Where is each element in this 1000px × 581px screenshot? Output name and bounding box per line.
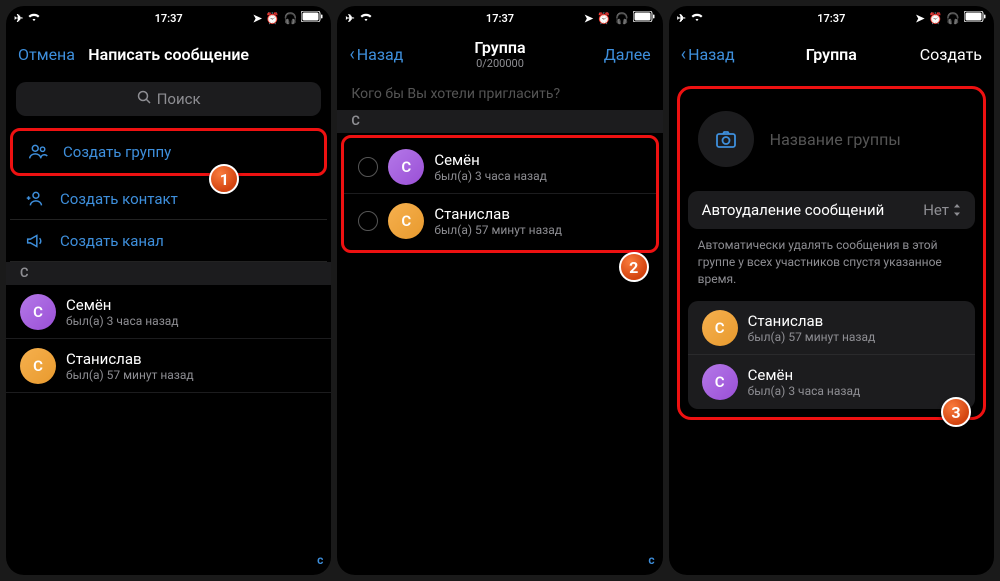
headphones-icon: 🎧 xyxy=(615,12,629,25)
index-letter[interactable]: с xyxy=(317,553,323,567)
nav-title: Группа 0/200000 xyxy=(474,38,525,70)
search-icon xyxy=(137,90,151,108)
contact-row[interactable]: С Станислав был(а) 57 минут назад xyxy=(6,339,331,393)
status-time: 17:37 xyxy=(155,12,183,25)
avatar: С xyxy=(388,149,424,185)
set-photo-button[interactable] xyxy=(698,111,754,167)
airplane-icon: ✈ xyxy=(677,12,686,25)
contact-name: Семён xyxy=(66,296,179,314)
nav-subtitle: 0/200000 xyxy=(474,57,525,70)
airplane-icon: ✈ xyxy=(345,12,354,25)
member-name: Семён xyxy=(748,366,861,384)
contact-status: был(а) 3 часа назад xyxy=(434,169,547,183)
status-time: 17:37 xyxy=(817,12,845,25)
channel-icon xyxy=(24,230,46,252)
create-group-label: Создать группу xyxy=(63,143,171,161)
autodelete-row[interactable]: Автоудаление сообщений Нет xyxy=(688,191,975,229)
headphones-icon: 🎧 xyxy=(284,12,298,25)
create-channel-label: Создать канал xyxy=(60,232,164,250)
chevron-left-icon: ‹ xyxy=(349,44,354,65)
contact-status: был(а) 3 часа назад xyxy=(66,314,179,328)
member-list: С Станислав был(а) 57 минут назад С Семё… xyxy=(688,301,975,409)
chevron-left-icon: ‹ xyxy=(681,44,686,65)
action-list: Создать группу Создать контакт Создать к… xyxy=(6,126,331,575)
step-badge: 2 xyxy=(619,252,649,282)
radio-unchecked[interactable] xyxy=(358,211,378,231)
battery-icon xyxy=(301,11,323,25)
next-button[interactable]: Далее xyxy=(604,45,651,64)
group-name-row: Название группы xyxy=(684,95,979,191)
status-bar: ✈ 17:37 ➤ ⏰ 🎧 xyxy=(669,6,994,30)
add-contact-icon xyxy=(24,188,46,210)
contact-status: был(а) 57 минут назад xyxy=(66,368,194,382)
create-group-button[interactable]: Создать группу xyxy=(13,131,324,173)
section-header: С xyxy=(6,262,331,285)
contact-name: Станислав xyxy=(66,350,194,368)
alarm-icon: ⏰ xyxy=(266,12,280,25)
create-button[interactable]: Создать xyxy=(920,45,982,64)
avatar: С xyxy=(388,203,424,239)
status-bar: ✈ 17:37 ➤ ⏰ 🎧 xyxy=(6,6,331,30)
create-contact-label: Создать контакт xyxy=(60,190,178,208)
status-bar: ✈ 17:37 ➤ ⏰ 🎧 xyxy=(337,6,662,30)
search-placeholder: Поиск xyxy=(157,90,201,108)
back-button[interactable]: ‹ Назад xyxy=(681,44,735,65)
contact-row-selectable[interactable]: С Станислав был(а) 57 минут назад xyxy=(344,194,655,248)
chevron-updown-icon xyxy=(953,203,961,217)
avatar: С xyxy=(702,310,738,346)
create-channel-button[interactable]: Создать канал xyxy=(10,220,327,262)
battery-icon xyxy=(633,11,655,25)
screen-compose: ✈ 17:37 ➤ ⏰ 🎧 Отмена Написать сообщение … xyxy=(6,6,331,575)
battery-icon xyxy=(964,11,986,25)
contact-name: Станислав xyxy=(434,205,562,223)
avatar: С xyxy=(20,348,56,384)
member-status: был(а) 57 минут назад xyxy=(748,330,876,344)
nav-title: Группа xyxy=(806,45,857,64)
group-name-input[interactable]: Название группы xyxy=(770,130,901,149)
group-icon xyxy=(27,141,49,163)
contact-status: был(а) 57 минут назад xyxy=(434,223,562,237)
contact-name: Семён xyxy=(434,151,547,169)
nav-title: Написать сообщение xyxy=(88,45,249,64)
member-row[interactable]: С Семён был(а) 3 часа назад xyxy=(688,355,975,409)
member-status: был(а) 3 часа назад xyxy=(748,384,861,398)
contact-row-selectable[interactable]: С Семён был(а) 3 часа назад xyxy=(344,140,655,194)
location-icon: ➤ xyxy=(253,12,262,25)
status-time: 17:37 xyxy=(486,12,514,25)
invite-input[interactable]: Кого бы Вы хотели пригласить? xyxy=(337,78,662,110)
section-header: С xyxy=(337,110,662,133)
member-row[interactable]: С Станислав был(а) 57 минут назад xyxy=(688,301,975,355)
wifi-icon xyxy=(27,12,41,25)
alarm-icon: ⏰ xyxy=(929,12,943,25)
location-icon: ➤ xyxy=(915,12,924,25)
nav-bar: ‹ Назад Группа Создать xyxy=(669,30,994,78)
nav-bar: Отмена Написать сообщение xyxy=(6,30,331,78)
wifi-icon xyxy=(690,12,704,25)
step-badge: 3 xyxy=(941,397,971,427)
location-icon: ➤ xyxy=(584,12,593,25)
screen-select-members: ✈ 17:37 ➤ ⏰ 🎧 ‹ Назад Группа 0/200000 Да… xyxy=(337,6,662,575)
radio-unchecked[interactable] xyxy=(358,157,378,177)
autodelete-label: Автоудаление сообщений xyxy=(702,201,885,219)
contact-row[interactable]: С Семён был(а) 3 часа назад xyxy=(6,285,331,339)
avatar: С xyxy=(20,294,56,330)
search-input[interactable]: Поиск xyxy=(16,82,321,116)
settings-card: Название группы Автоудаление сообщений Н… xyxy=(677,86,986,420)
cancel-button[interactable]: Отмена xyxy=(18,45,75,64)
headphones-icon: 🎧 xyxy=(946,12,960,25)
alarm-icon: ⏰ xyxy=(597,12,611,25)
camera-icon xyxy=(714,127,738,151)
wifi-icon xyxy=(359,12,373,25)
airplane-icon: ✈ xyxy=(14,12,23,25)
member-name: Станислав xyxy=(748,312,876,330)
nav-bar: ‹ Назад Группа 0/200000 Далее xyxy=(337,30,662,78)
create-contact-button[interactable]: Создать контакт xyxy=(10,178,327,220)
back-button[interactable]: ‹ Назад xyxy=(349,44,403,65)
autodelete-hint: Автоматически удалять сообщения в этой г… xyxy=(684,229,979,301)
screen-group-settings: ✈ 17:37 ➤ ⏰ 🎧 ‹ Назад Группа Создать Н xyxy=(669,6,994,575)
index-letter[interactable]: с xyxy=(648,553,654,567)
autodelete-value: Нет xyxy=(923,201,949,219)
avatar: С xyxy=(702,364,738,400)
